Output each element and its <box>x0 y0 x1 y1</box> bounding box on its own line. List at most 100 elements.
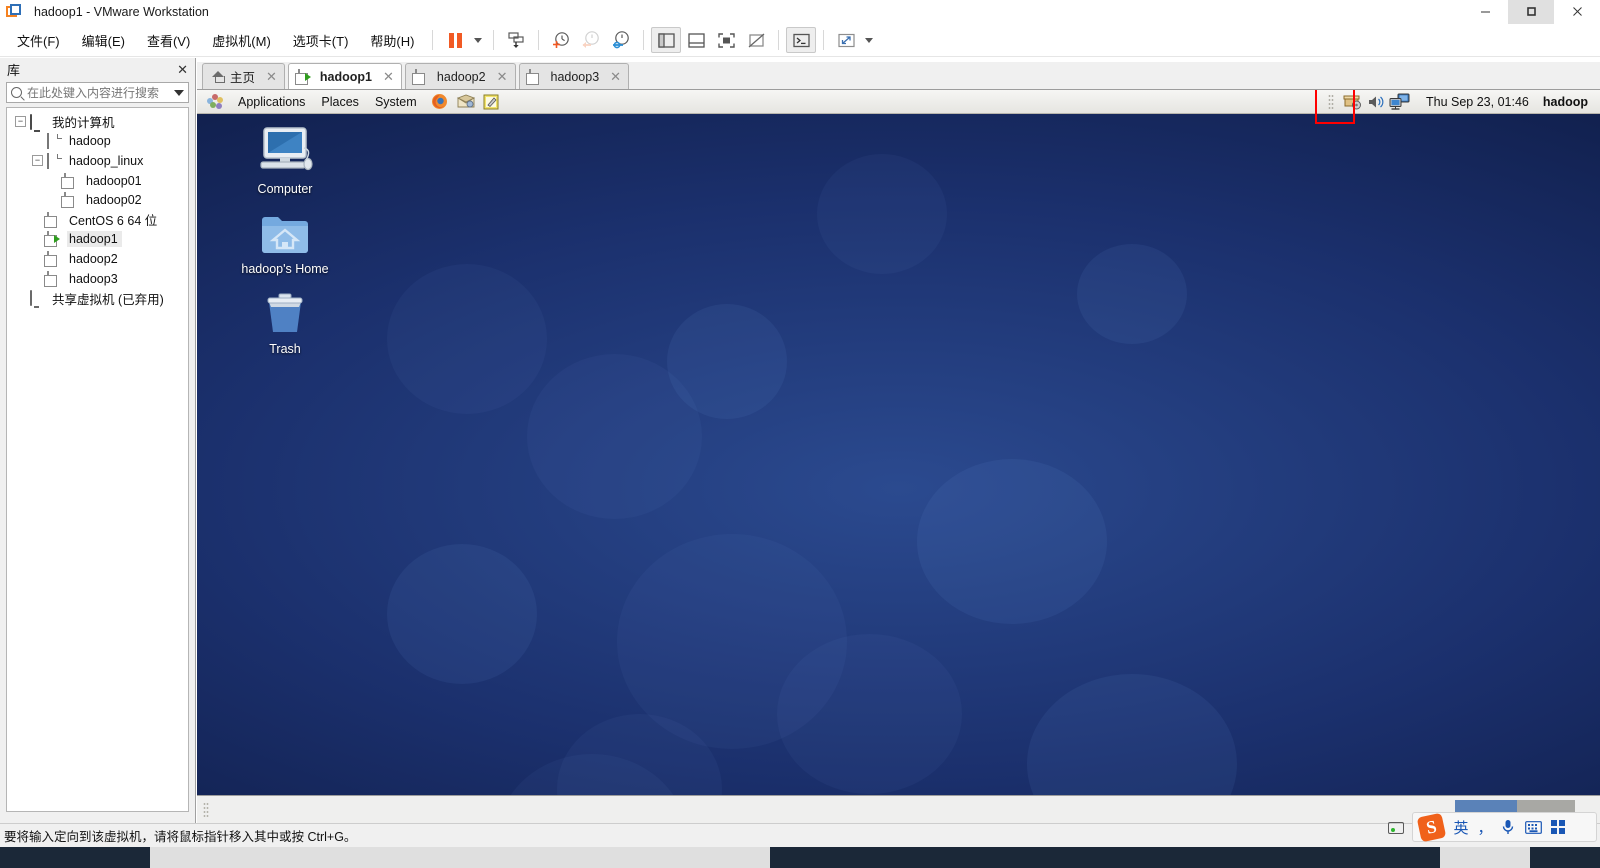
restore-button[interactable] <box>1508 0 1554 24</box>
stretch-button[interactable] <box>831 27 861 53</box>
disk-status-icon[interactable] <box>1388 822 1404 834</box>
menu-tabs[interactable]: 选项卡(T) <box>282 27 360 54</box>
taskbar-window-button[interactable] <box>150 847 770 868</box>
show-thumbnails-button[interactable] <box>681 27 711 53</box>
tab-hadoop1[interactable]: hadoop1 ✕ <box>287 63 402 89</box>
tree-item-hadoop3[interactable]: hadoop3 <box>7 269 188 289</box>
close-button[interactable] <box>1554 0 1600 24</box>
unity-button[interactable] <box>741 27 771 53</box>
ime-toolbox[interactable] <box>1550 820 1566 834</box>
desktop-wallpaper[interactable]: Computer hadoop's Home Trash <box>197 114 1600 795</box>
desktop-icon-home[interactable]: hadoop's Home <box>237 204 333 277</box>
evolution-mail-launcher-icon[interactable] <box>455 91 477 113</box>
vm-icon <box>64 192 79 209</box>
ime-voice-input[interactable] <box>1500 819 1516 835</box>
home-folder-icon <box>237 204 333 256</box>
taskbar-tray-segment[interactable] <box>1440 847 1530 868</box>
toolbar-divider <box>538 30 540 50</box>
tab-close-button[interactable]: ✕ <box>266 69 277 85</box>
fullscreen-button[interactable] <box>711 27 741 53</box>
gnome-panel-tray: Thu Sep 23, 01:46 hadoop <box>1322 90 1600 113</box>
vm-icon <box>47 270 62 287</box>
microphone-icon <box>1502 820 1514 834</box>
toolbar-divider <box>493 30 495 50</box>
search-input[interactable]: 在此处键入内容进行搜索 <box>6 82 189 103</box>
computer-icon <box>237 124 333 176</box>
tab-close-button[interactable]: ✕ <box>383 69 394 85</box>
gnome-menu-applications[interactable]: Applications <box>230 95 313 109</box>
desktop-icon-trash[interactable]: Trash <box>237 284 333 357</box>
tree-item-hadoop01[interactable]: hadoop01 <box>7 171 188 191</box>
suspend-button[interactable] <box>440 27 470 53</box>
tab-close-button[interactable]: ✕ <box>610 69 621 85</box>
tree-expander[interactable]: − <box>15 116 26 128</box>
volume-icon[interactable] <box>1364 91 1388 113</box>
vm-icon <box>47 250 62 267</box>
software-update-icon[interactable] <box>1340 91 1364 113</box>
menu-vm[interactable]: 虚拟机(M) <box>201 27 282 54</box>
windows-taskbar <box>0 847 1600 868</box>
tab-hadoop3[interactable]: hadoop3 ✕ <box>518 63 630 89</box>
window-title: hadoop1 - VMware Workstation <box>34 4 209 19</box>
panel-grip[interactable] <box>1328 93 1334 110</box>
trash-icon <box>237 284 333 336</box>
tree-item-centos6[interactable]: CentOS 6 64 位 <box>7 210 188 230</box>
ime-punctuation-toggle[interactable]: ， <box>1478 817 1493 838</box>
show-library-button[interactable] <box>651 27 682 53</box>
tree-item-label: CentOS 6 64 位 <box>69 214 158 229</box>
firefox-launcher-icon[interactable] <box>429 91 451 113</box>
tree-item-hadoop02[interactable]: hadoop02 <box>7 190 188 210</box>
tree-item-label: hadoop02 <box>86 193 142 208</box>
text-editor-launcher-icon[interactable] <box>481 91 503 113</box>
ime-logo[interactable]: S <box>1416 812 1447 842</box>
gnome-menu-system[interactable]: System <box>367 95 425 109</box>
sogou-ime-toolbar[interactable]: S 英 ， <box>1412 812 1597 842</box>
power-dropdown[interactable] <box>470 27 486 53</box>
search-icon <box>11 87 22 98</box>
tab-hadoop2[interactable]: hadoop2 ✕ <box>404 63 516 89</box>
vm-icon <box>47 211 62 228</box>
revert-snapshot-button[interactable] <box>576 27 606 53</box>
vm-running-icon <box>297 68 313 85</box>
console-button[interactable] <box>786 27 817 53</box>
minimize-button[interactable] <box>1462 0 1508 24</box>
menu-edit[interactable]: 编辑(E) <box>71 27 136 54</box>
send-keys-button[interactable] <box>501 27 531 53</box>
unity-mode-icon <box>748 33 765 47</box>
tree-item-hadoop2[interactable]: hadoop2 <box>7 249 188 269</box>
stretch-arrows-icon <box>838 33 855 47</box>
panel-grip[interactable] <box>203 802 209 818</box>
tab-close-button[interactable]: ✕ <box>497 69 508 85</box>
network-icon[interactable] <box>1388 91 1412 113</box>
tab-strip: 主页 ✕ hadoop1 ✕ hadoop2 ✕ hadoop3 ✕ <box>197 62 1600 90</box>
snapshot-manager-button[interactable] <box>606 27 636 53</box>
folder-page-icon <box>47 152 62 169</box>
take-snapshot-button[interactable] <box>546 27 576 53</box>
fullscreen-icon <box>718 32 735 48</box>
panel-clock[interactable]: Thu Sep 23, 01:46 <box>1412 95 1543 109</box>
vmware-logo-icon <box>6 3 22 20</box>
tree-item-label: hadoop01 <box>86 173 142 188</box>
chevron-down-icon[interactable] <box>174 89 184 96</box>
panel-username[interactable]: hadoop <box>1543 95 1600 109</box>
stretch-dropdown[interactable] <box>861 27 877 53</box>
ime-soft-keyboard[interactable] <box>1524 820 1542 834</box>
desktop-icon-computer[interactable]: Computer <box>237 124 333 197</box>
close-library-button[interactable]: ✕ <box>177 63 188 76</box>
menu-help[interactable]: 帮助(H) <box>359 27 425 54</box>
tree-expander[interactable]: − <box>32 155 43 167</box>
tree-item-label: 共享虚拟机 (已弃用) <box>52 292 164 307</box>
tree-item-hadoop1[interactable]: hadoop1 <box>7 230 188 250</box>
tree-item-my-computer[interactable]: − 我的计算机 <box>7 112 188 132</box>
tree-item-shared-vms[interactable]: 共享虚拟机 (已弃用) <box>7 288 188 308</box>
tree-item-hadoop[interactable]: hadoop <box>7 132 188 152</box>
gnome-menu-places[interactable]: Places <box>313 95 367 109</box>
vm-tree[interactable]: − 我的计算机 hadoop − hadoop_linux hadoop01 hadoop0… <box>6 107 189 812</box>
bottom-panel-icon <box>688 32 705 48</box>
menu-view[interactable]: 查看(V) <box>136 27 201 54</box>
tab-home[interactable]: 主页 ✕ <box>202 63 285 89</box>
tree-item-hadoop-linux[interactable]: − hadoop_linux <box>7 151 188 171</box>
vm-display[interactable]: Applications Places System Thu Sep 23, 0… <box>197 90 1600 795</box>
menu-file[interactable]: 文件(F) <box>6 27 71 54</box>
ime-language-mode[interactable]: 英 <box>1452 817 1470 838</box>
